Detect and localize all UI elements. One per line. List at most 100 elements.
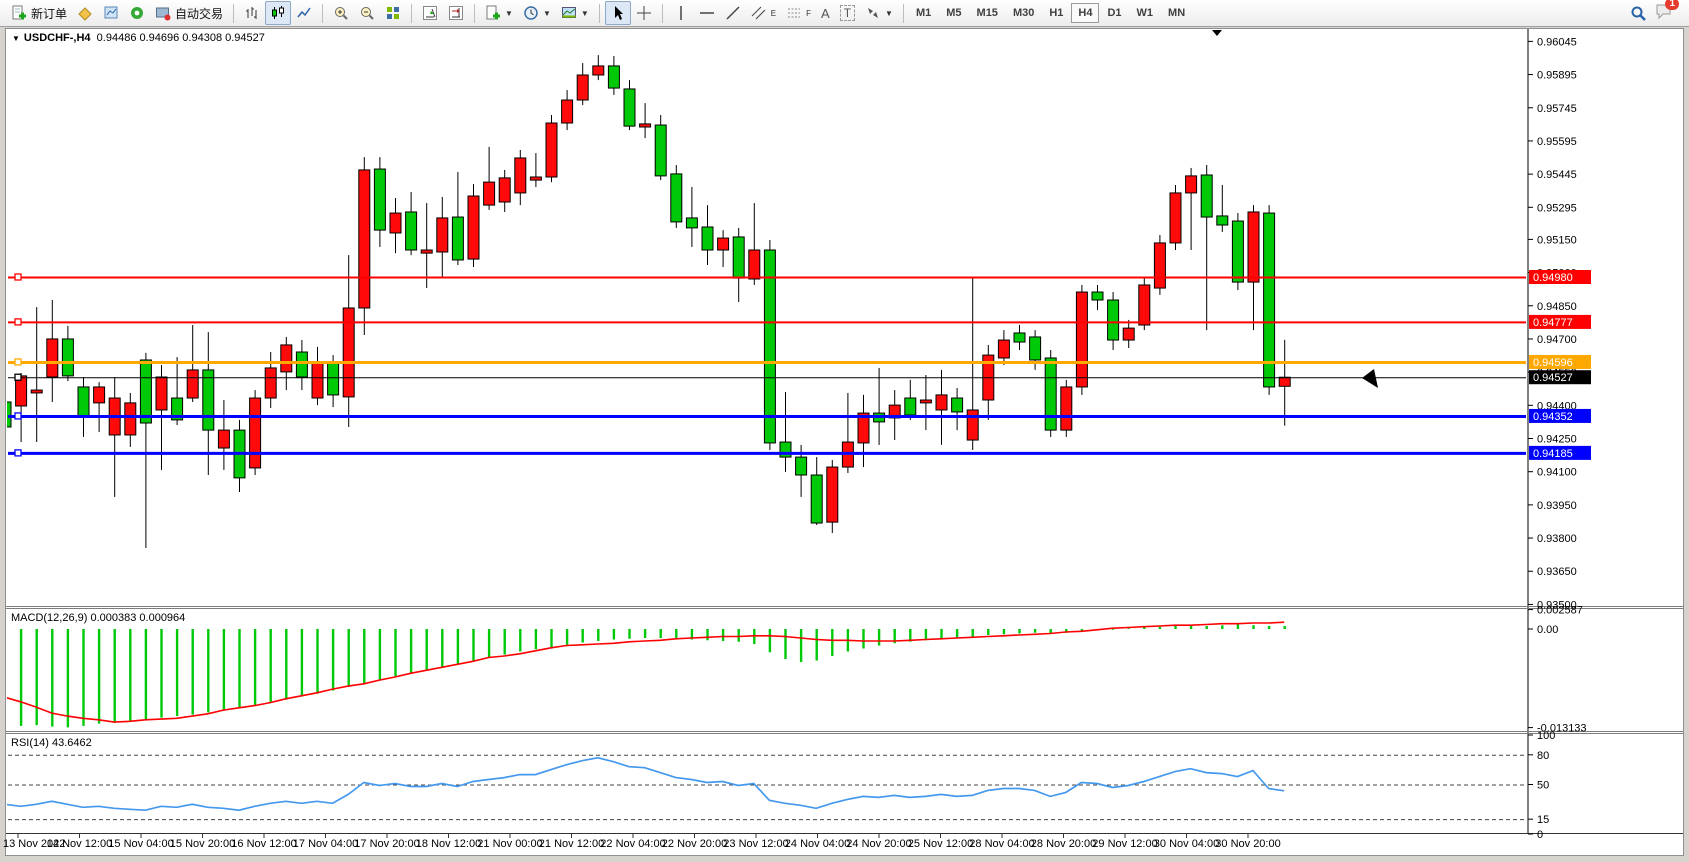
level-line-handle[interactable] [15,413,21,419]
time-axis-label: 16 Nov 12:00 [231,838,296,850]
text-tool-button[interactable]: A [816,1,835,25]
macd-axis-label: 0.00 [1537,624,1558,636]
time-axis-label: 21 Nov 12:00 [539,838,604,850]
market-watch-icon [103,5,119,21]
arrows-tool-button[interactable]: ▼ [860,1,898,25]
symbol-label: USDCHF-,H4 [24,32,91,44]
chevron-down-icon: ▼ [581,9,589,18]
price-axis-tick: 0.95895 [1537,70,1577,82]
timeframe-m5[interactable]: M5 [939,3,968,23]
new-chart-button[interactable]: ▼ [480,1,518,25]
candlestick-chart-button[interactable] [265,1,291,25]
time-axis-label: 23 Nov 12:00 [723,838,788,850]
rsi-indicator-label: RSI(14) 43.6462 [11,737,92,749]
timeframe-mn[interactable]: MN [1161,3,1192,23]
price-axis-tick: 0.95150 [1537,234,1577,246]
level-line-handle[interactable] [15,374,21,380]
clock-icon [523,5,539,21]
indicators-button[interactable] [72,1,98,25]
cursor-icon [610,5,626,21]
channel-tool-button[interactable]: E [746,1,781,25]
toolbar-separator [599,4,600,23]
horizontal-line-icon [699,5,715,21]
time-axis-label: 29 Nov 12:00 [1092,838,1157,850]
notification-badge: 1 [1665,0,1679,10]
price-axis-tick: 0.93650 [1537,566,1577,578]
trendline-tool-button[interactable] [720,1,746,25]
chevron-down-icon: ▼ [12,34,20,43]
chart-symbol-line: ▼USDCHF-,H4 0.94486 0.94696 0.94308 0.94… [12,32,265,44]
chart-shift-button[interactable] [443,1,469,25]
level-line-handle[interactable] [15,450,21,456]
timeframe-w1[interactable]: W1 [1130,3,1161,23]
level-line-handle[interactable] [15,359,21,365]
rsi-axis-label: 100 [1537,730,1555,742]
price-axis-tick: 0.96045 [1537,36,1577,48]
chevron-down-icon: ▼ [885,9,893,18]
signals-icon [129,5,145,21]
level-line-handle[interactable] [15,274,21,280]
channel-tool-tag: E [771,9,776,18]
time-axis-label: 28 Nov 04:00 [969,838,1034,850]
chart-shift-icon [448,5,464,21]
level-price-label: 0.94980 [1533,272,1573,284]
fibonacci-tool-button[interactable]: F [781,1,816,25]
chevron-down-icon: ▼ [505,9,513,18]
horizontal-line-tool-button[interactable] [694,1,720,25]
signals-button[interactable] [124,1,150,25]
zoom-out-button[interactable] [354,1,380,25]
crosshair-tool-button[interactable] [631,1,657,25]
search-icon[interactable] [1630,5,1647,22]
timeframe-m30[interactable]: M30 [1006,3,1041,23]
time-axis-label: 25 Nov 12:00 [908,838,973,850]
time-axis-label: 15 Nov 04:00 [108,838,173,850]
timeframe-group: M1M5M15M30H1H4D1W1MN [909,3,1192,23]
text-tool-icon: A [821,6,830,21]
time-axis-label: 28 Nov 20:00 [1031,838,1096,850]
vertical-line-tool-button[interactable] [668,1,694,25]
autotrading-label: 自动交易 [175,5,223,22]
level-line-handle[interactable] [15,319,21,325]
toolbar-separator [411,4,412,23]
price-axis-tick: 0.94850 [1537,301,1577,313]
fibonacci-icon [786,5,802,21]
time-axis-label: 22 Nov 20:00 [662,838,727,850]
tile-windows-button[interactable] [380,1,406,25]
time-axis-label: 22 Nov 04:00 [600,838,665,850]
label-tool-button[interactable]: T [835,1,860,25]
new-order-icon [11,5,27,21]
time-axis-label: 24 Nov 04:00 [785,838,850,850]
new-chart-icon [485,5,501,21]
market-watch-button[interactable] [98,1,124,25]
zoom-in-button[interactable] [328,1,354,25]
cursor-tool-button[interactable] [605,1,631,25]
autotrading-button[interactable]: 自动交易 [150,1,228,25]
level-price-label: 0.94352 [1533,411,1573,423]
timeframe-d1[interactable]: D1 [1100,3,1128,23]
price-axis-tick: 0.95445 [1537,169,1577,181]
auto-scroll-button[interactable] [417,1,443,25]
bar-chart-button[interactable] [239,1,265,25]
periods-button[interactable]: ▼ [518,1,556,25]
trendline-icon [725,5,741,21]
notifications-button[interactable]: 1 [1655,3,1673,24]
time-axis-label: 30 Nov 04:00 [1154,838,1219,850]
new-order-button[interactable]: 新订单 [6,1,72,25]
templates-button[interactable]: ▼ [556,1,594,25]
timeframe-m15[interactable]: M15 [970,3,1005,23]
line-chart-button[interactable] [291,1,317,25]
price-axis-tick: 0.95745 [1537,103,1577,115]
chart-area[interactable]: 0.960450.958950.957450.955950.954450.952… [0,0,1689,862]
zoom-in-icon [333,5,349,21]
timeframe-m1[interactable]: M1 [909,3,938,23]
time-axis-label: 15 Nov 20:00 [170,838,235,850]
toolbar-separator [474,4,475,23]
time-axis-label: 17 Nov 04:00 [293,838,358,850]
price-axis-tick: 0.94100 [1537,467,1577,479]
price-axis-tick: 0.93950 [1537,500,1577,512]
arrows-tool-icon [865,5,881,21]
top-toolbar: 新订单 自动交易 ▼ ▼ [0,0,1689,27]
timeframe-h1[interactable]: H1 [1042,3,1070,23]
auto-scroll-icon [422,5,438,21]
timeframe-h4[interactable]: H4 [1071,3,1099,23]
